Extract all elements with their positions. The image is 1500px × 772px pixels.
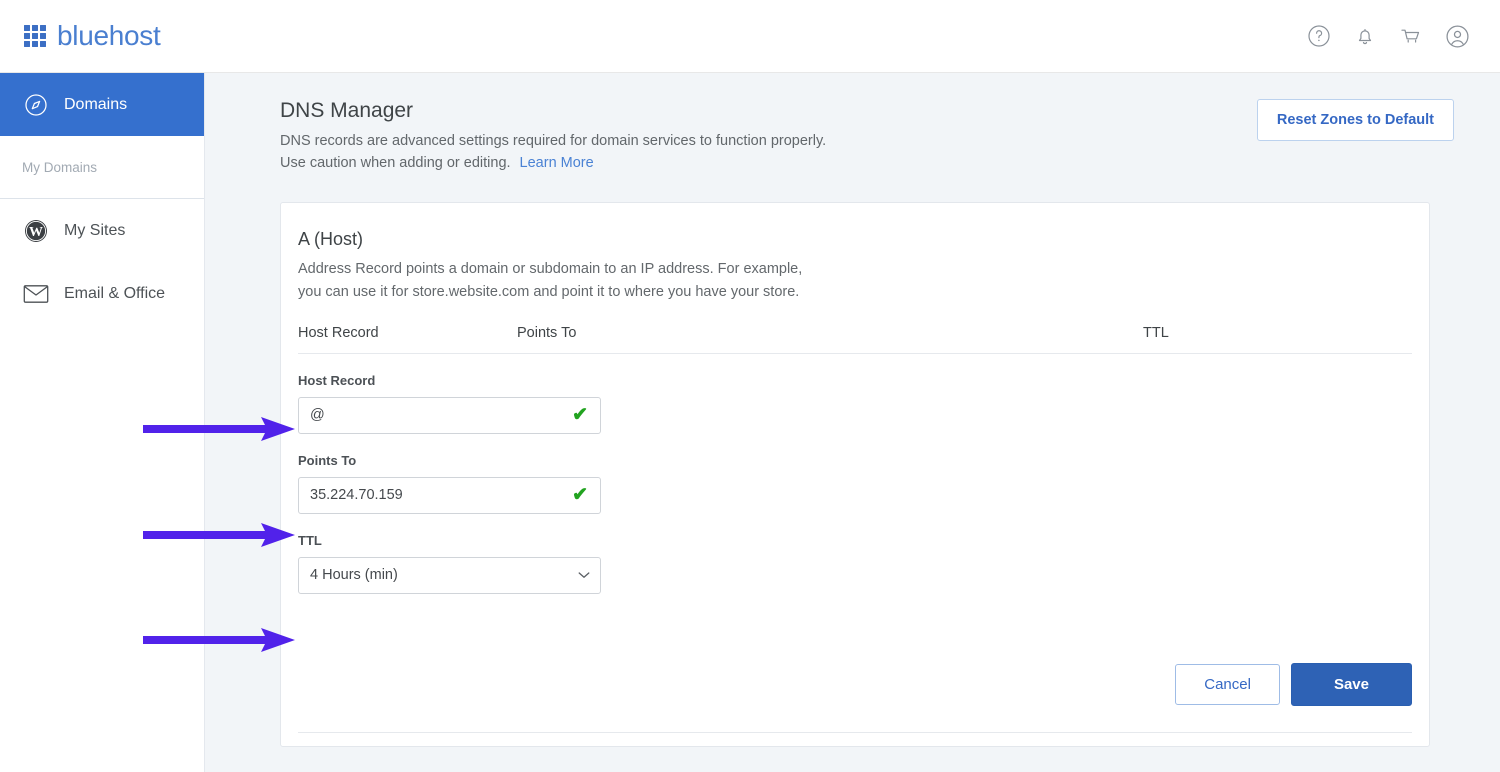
card-content: A (Host) Address Record points a domain … bbox=[281, 229, 1429, 594]
top-navigation-bar: bluehost bbox=[0, 0, 1500, 73]
host-record-field-group: Host Record @ ✔ bbox=[298, 373, 1412, 434]
ttl-select-wrapper: 4 Hours (min) bbox=[298, 557, 601, 594]
bluehost-dns-manager-page: bluehost bbox=[0, 0, 1500, 772]
sidebar-item-email-office[interactable]: Email & Office bbox=[0, 262, 204, 325]
help-icon[interactable] bbox=[1306, 23, 1332, 49]
sidebar-navigation: Domains My Domains W My Sites E bbox=[0, 73, 205, 772]
points-to-value: 35.224.70.159 bbox=[310, 487, 403, 503]
topbar-icon-group bbox=[1306, 23, 1470, 49]
learn-more-link[interactable]: Learn More bbox=[520, 155, 594, 171]
valid-check-icon: ✔ bbox=[572, 406, 588, 425]
sidebar-item-domains[interactable]: Domains bbox=[0, 73, 204, 136]
points-to-field-group: Points To 35.224.70.159 ✔ bbox=[298, 453, 1412, 514]
column-header-ttl: TTL bbox=[1143, 325, 1343, 341]
column-header-points-to: Points To bbox=[517, 325, 1143, 341]
sidebar-item-my-sites[interactable]: W My Sites bbox=[0, 199, 204, 262]
points-to-label: Points To bbox=[298, 453, 1412, 468]
reset-zones-to-default-button[interactable]: Reset Zones to Default bbox=[1257, 99, 1454, 141]
save-button[interactable]: Save bbox=[1291, 663, 1412, 706]
cancel-button[interactable]: Cancel bbox=[1175, 664, 1280, 705]
record-type-title: A (Host) bbox=[298, 229, 1412, 250]
sidebar-subsection-my-domains: My Domains bbox=[0, 136, 204, 199]
card-action-buttons: Cancel Save bbox=[1175, 663, 1412, 706]
brand-name-label: bluehost bbox=[57, 20, 160, 52]
shopping-cart-icon[interactable] bbox=[1398, 23, 1424, 49]
main-content-area: DNS Manager DNS records are advanced set… bbox=[205, 73, 1500, 772]
sidebar-item-label: Domains bbox=[64, 96, 127, 114]
wordpress-icon: W bbox=[22, 217, 50, 245]
svg-text:W: W bbox=[29, 225, 43, 240]
grid-logo-icon bbox=[24, 25, 46, 47]
ttl-label: TTL bbox=[298, 533, 1412, 548]
notifications-bell-icon[interactable] bbox=[1352, 23, 1378, 49]
page-title: DNS Manager bbox=[280, 99, 845, 123]
envelope-icon bbox=[22, 280, 50, 308]
page-header: DNS Manager DNS records are advanced set… bbox=[280, 99, 1454, 175]
user-account-icon[interactable] bbox=[1444, 23, 1470, 49]
sidebar-item-label: My Sites bbox=[64, 222, 125, 240]
valid-check-icon: ✔ bbox=[572, 486, 588, 505]
compass-icon bbox=[22, 91, 50, 119]
card-bottom-divider bbox=[298, 732, 1412, 733]
ttl-field-group: TTL 4 Hours (min) bbox=[298, 533, 1412, 594]
host-record-input[interactable]: @ ✔ bbox=[298, 397, 601, 434]
host-record-label: Host Record bbox=[298, 373, 1412, 388]
page-header-text: DNS Manager DNS records are advanced set… bbox=[280, 99, 845, 175]
ttl-select[interactable]: 4 Hours (min) bbox=[298, 557, 601, 594]
host-record-value: @ bbox=[310, 407, 325, 423]
page-description: DNS records are advanced settings requir… bbox=[280, 130, 845, 175]
a-host-record-card: A (Host) Address Record points a domain … bbox=[280, 202, 1430, 747]
records-table-header: Host Record Points To TTL bbox=[298, 325, 1412, 354]
bluehost-logo[interactable]: bluehost bbox=[24, 20, 160, 52]
sidebar-item-label: Email & Office bbox=[64, 285, 165, 303]
sidebar-item-my-domains[interactable]: My Domains bbox=[22, 160, 97, 175]
column-header-host-record: Host Record bbox=[298, 325, 517, 341]
points-to-input[interactable]: 35.224.70.159 ✔ bbox=[298, 477, 601, 514]
record-type-description: Address Record points a domain or subdom… bbox=[298, 258, 826, 304]
